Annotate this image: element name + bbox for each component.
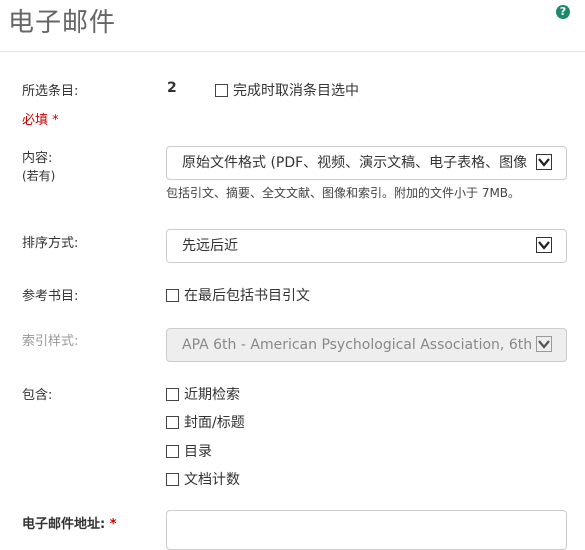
- email-required-star: *: [109, 517, 117, 532]
- citation-style-select: APA 6th - American Psychological Associa…: [166, 328, 567, 362]
- include-option-label: 目录: [184, 444, 212, 460]
- checkbox-box[interactable]: [166, 444, 179, 458]
- checkbox-box[interactable]: [166, 415, 179, 429]
- bibliography-label: 参考书目:: [22, 289, 79, 304]
- citation-style-label: 索引样式:: [22, 334, 79, 349]
- content-select[interactable]: 原始文件格式 (PDF、视频、演示文稿、电子表格、图像: [166, 146, 567, 180]
- email-label: 电子邮件地址: *: [22, 513, 117, 532]
- checkbox-box[interactable]: [166, 387, 179, 401]
- citation-style-value: APA 6th - American Psychological Associa…: [182, 337, 532, 353]
- include-option-label: 文档计数: [184, 472, 240, 488]
- clear-selection-label: 完成时取消条目选中: [233, 83, 359, 99]
- checkbox-box[interactable]: [166, 288, 179, 302]
- include-option-label: 封面/标题: [184, 415, 245, 431]
- content-select-value: 原始文件格式 (PDF、视频、演示文稿、电子表格、图像: [182, 155, 528, 171]
- content-label: 内容:: [22, 151, 53, 166]
- chevron-down-icon[interactable]: [536, 237, 552, 253]
- required-note: 必填 *: [22, 109, 59, 128]
- required-note-text: 必填: [22, 113, 49, 128]
- content-hint: 包括引文、摘要、全文文献、图像和索引。附加的文件小于 7MB。: [166, 186, 521, 200]
- bibliography-checkbox-label: 在最后包括书目引文: [184, 288, 310, 304]
- clear-selection-checkbox[interactable]: 完成时取消条目选中: [215, 80, 359, 100]
- bibliography-checkbox[interactable]: 在最后包括书目引文: [166, 285, 310, 305]
- header-divider: [0, 51, 585, 52]
- include-option-doc-count[interactable]: 文档计数: [166, 469, 240, 489]
- checkbox-box[interactable]: [166, 472, 179, 486]
- content-sublabel: (若有): [22, 169, 56, 183]
- selected-items-label: 所选条目:: [22, 84, 79, 99]
- include-option-label: 近期检索: [184, 387, 240, 403]
- include-option-toc[interactable]: 目录: [166, 441, 212, 461]
- selected-items-count: 2: [167, 80, 177, 96]
- sort-select-value: 先远后近: [182, 238, 238, 254]
- sort-select[interactable]: 先远后近: [166, 229, 567, 263]
- checkbox-box[interactable]: [215, 83, 228, 97]
- include-option-recent-searches[interactable]: 近期检索: [166, 384, 240, 404]
- email-field[interactable]: [166, 510, 567, 550]
- sort-label: 排序方式:: [22, 236, 79, 251]
- chevron-down-icon: [536, 336, 552, 352]
- email-label-text: 电子邮件地址:: [22, 517, 106, 532]
- include-option-cover[interactable]: 封面/标题: [166, 412, 245, 432]
- include-label: 包含:: [22, 388, 53, 403]
- required-note-star: *: [52, 113, 59, 128]
- help-icon[interactable]: ?: [556, 5, 570, 19]
- chevron-down-icon[interactable]: [536, 154, 552, 170]
- page-title: 电子邮件: [8, 8, 117, 38]
